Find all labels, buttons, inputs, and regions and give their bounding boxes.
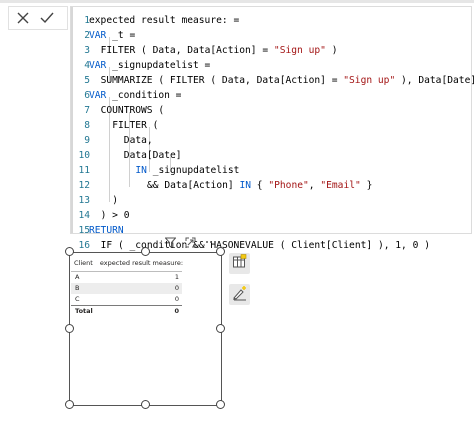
code-text: ) bbox=[112, 195, 118, 206]
focus-mode-icon[interactable] bbox=[184, 236, 196, 248]
line-number: 12 bbox=[78, 180, 90, 191]
code-text: ) > 0 bbox=[100, 210, 130, 221]
resize-handle[interactable] bbox=[216, 324, 225, 333]
cell-client: A bbox=[75, 273, 80, 281]
code-text: FILTER ( Data, Data[Action] = "Sign up" … bbox=[100, 45, 338, 56]
close-icon[interactable] bbox=[15, 10, 31, 26]
format-visual-button[interactable] bbox=[229, 284, 250, 305]
code-line[interactable]: 9 Data, bbox=[71, 133, 471, 148]
code-line[interactable]: 8 FILTER ( bbox=[71, 118, 471, 133]
code-text: FILTER ( bbox=[112, 120, 159, 131]
code-text: COUNTROWS ( bbox=[100, 105, 165, 116]
line-number: 1 bbox=[84, 15, 90, 26]
line-number: 8 bbox=[84, 120, 90, 131]
line-number: 14 bbox=[78, 210, 90, 221]
line-number: 4 bbox=[84, 60, 90, 71]
code-text: Data[Date] bbox=[123, 150, 182, 161]
code-line[interactable]: 15 RETURN bbox=[71, 223, 471, 238]
total-row[interactable]: Total 0 bbox=[71, 306, 182, 317]
code-line[interactable]: 12 && Data[Action] IN { "Phone", "Email" … bbox=[71, 178, 471, 193]
code-line[interactable]: 3 FILTER ( Data, Data[Action] = "Sign up"… bbox=[71, 43, 471, 58]
line-number: 15 bbox=[78, 225, 90, 236]
dax-formula-editor[interactable]: 1 expected result measure: = 2 VAR _t = 3 FIL… bbox=[70, 6, 474, 251]
code-line[interactable]: 10 Data[Date] bbox=[71, 148, 471, 163]
code-text: RETURN bbox=[89, 225, 124, 236]
table-visual[interactable]: Client expected result measure: A 1 B 0 … bbox=[69, 252, 222, 406]
line-number: 6 bbox=[84, 90, 90, 101]
code-text: expected result measure: = bbox=[89, 15, 240, 26]
line-number: 16 bbox=[78, 240, 90, 251]
line-number: 3 bbox=[84, 45, 90, 56]
table-header: Client expected result measure: bbox=[74, 257, 183, 269]
cell-value: 1 bbox=[174, 273, 179, 281]
code-line[interactable]: 2 VAR _t = bbox=[71, 28, 471, 43]
code-text: VAR _t = bbox=[89, 30, 136, 41]
code-line[interactable]: 4 VAR _signupdatelist = bbox=[71, 58, 471, 73]
top-strip bbox=[0, 0, 474, 3]
total-value: 0 bbox=[174, 307, 179, 315]
code-line[interactable]: 16 IF ( _condition && HASONEVALUE ( Clien… bbox=[71, 238, 471, 253]
resize-handle[interactable] bbox=[65, 400, 74, 409]
line-number: 2 bbox=[84, 30, 90, 41]
line-number: 5 bbox=[84, 75, 90, 86]
code-text: IN _signupdatelist bbox=[135, 165, 240, 176]
resize-handle[interactable] bbox=[216, 400, 225, 409]
code-line[interactable]: 5 SUMMARIZE ( FILTER ( Data, Data[Action]… bbox=[71, 73, 474, 88]
table-row[interactable]: B 0 bbox=[71, 283, 182, 294]
code-line[interactable]: 7 COUNTROWS ( bbox=[71, 103, 471, 118]
code-line[interactable]: 11 IN _signupdatelist bbox=[71, 163, 471, 178]
line-number: 11 bbox=[78, 165, 90, 176]
table-visual-button[interactable] bbox=[229, 253, 250, 274]
line-number: 13 bbox=[78, 195, 90, 206]
code-line[interactable]: 6 VAR _condition = bbox=[71, 88, 471, 103]
code-text: VAR _signupdatelist = bbox=[89, 60, 211, 71]
cell-client: B bbox=[75, 284, 80, 292]
code-line[interactable]: 13) bbox=[71, 193, 471, 208]
cell-client: C bbox=[75, 295, 80, 303]
code-text: VAR _condition = bbox=[89, 90, 182, 101]
resize-handle[interactable] bbox=[141, 400, 150, 409]
resize-handle[interactable] bbox=[65, 324, 74, 333]
code-line[interactable]: 14 ) > 0 bbox=[71, 208, 471, 223]
cell-value: 0 bbox=[174, 295, 179, 303]
line-number: 10 bbox=[78, 150, 90, 161]
table-row[interactable]: A 1 bbox=[71, 272, 182, 283]
table-visual-icon bbox=[232, 254, 247, 273]
line-number: 7 bbox=[84, 105, 90, 116]
column-header-measure[interactable]: expected result measure: bbox=[100, 259, 183, 267]
more-options-icon[interactable] bbox=[205, 236, 217, 248]
total-label: Total bbox=[75, 307, 93, 315]
resize-handle[interactable] bbox=[216, 247, 225, 256]
code-text: Data, bbox=[123, 135, 153, 146]
format-visual-icon bbox=[232, 285, 248, 305]
formula-commit-box bbox=[8, 6, 68, 30]
resize-handle[interactable] bbox=[141, 247, 150, 256]
checkmark-icon[interactable] bbox=[39, 10, 55, 26]
code-text: IF ( _condition && HASONEVALUE ( Client[… bbox=[100, 240, 430, 251]
column-header-client[interactable]: Client bbox=[74, 259, 93, 267]
code-line[interactable]: 1 expected result measure: = bbox=[71, 13, 471, 28]
table-row[interactable]: C 0 bbox=[71, 294, 182, 305]
filter-icon[interactable] bbox=[164, 236, 176, 248]
resize-handle[interactable] bbox=[65, 247, 74, 256]
line-number: 9 bbox=[84, 135, 90, 146]
code-text: SUMMARIZE ( FILTER ( Data, Data[Action] … bbox=[100, 75, 474, 86]
code-text: && Data[Action] IN { "Phone", "Email" } bbox=[147, 180, 373, 191]
cell-value: 0 bbox=[174, 284, 179, 292]
